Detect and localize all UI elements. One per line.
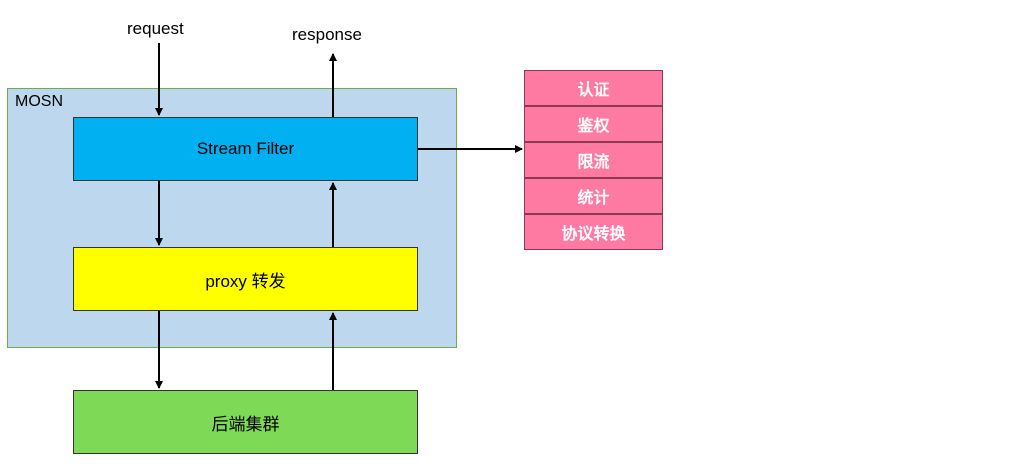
flow-arrows (155, 43, 523, 390)
